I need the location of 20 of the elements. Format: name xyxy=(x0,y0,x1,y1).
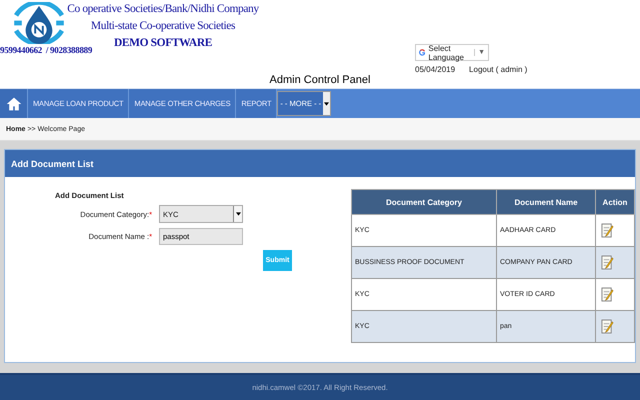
company-title: DEMO SOFTWARE xyxy=(114,36,212,51)
google-icon xyxy=(419,48,426,57)
panel-title: Admin Control Panel xyxy=(270,74,370,86)
company-title: Co operative Societies/Bank/Nidhi Company xyxy=(67,2,259,17)
home-icon xyxy=(6,96,22,112)
edit-icon[interactable] xyxy=(601,255,614,270)
logout-link[interactable]: Logout ( admin ) xyxy=(469,65,528,74)
edit-icon[interactable] xyxy=(601,223,614,238)
home-button[interactable] xyxy=(0,89,28,118)
caret-icon xyxy=(236,212,240,216)
column-header: Action xyxy=(596,190,634,214)
company-title: Multi-state Co-operative Societies xyxy=(90,19,236,34)
column-header: Document Category xyxy=(352,190,496,214)
date-text: 05/04/2019 xyxy=(415,65,456,74)
column-header: Document Name xyxy=(496,190,596,214)
caret-icon xyxy=(324,102,330,106)
phone-number: 9599440662 / 9028388889 xyxy=(0,45,92,55)
panel-heading: Add Document List xyxy=(11,158,94,168)
edit-icon[interactable] xyxy=(601,319,614,334)
edit-icon[interactable] xyxy=(601,287,614,302)
